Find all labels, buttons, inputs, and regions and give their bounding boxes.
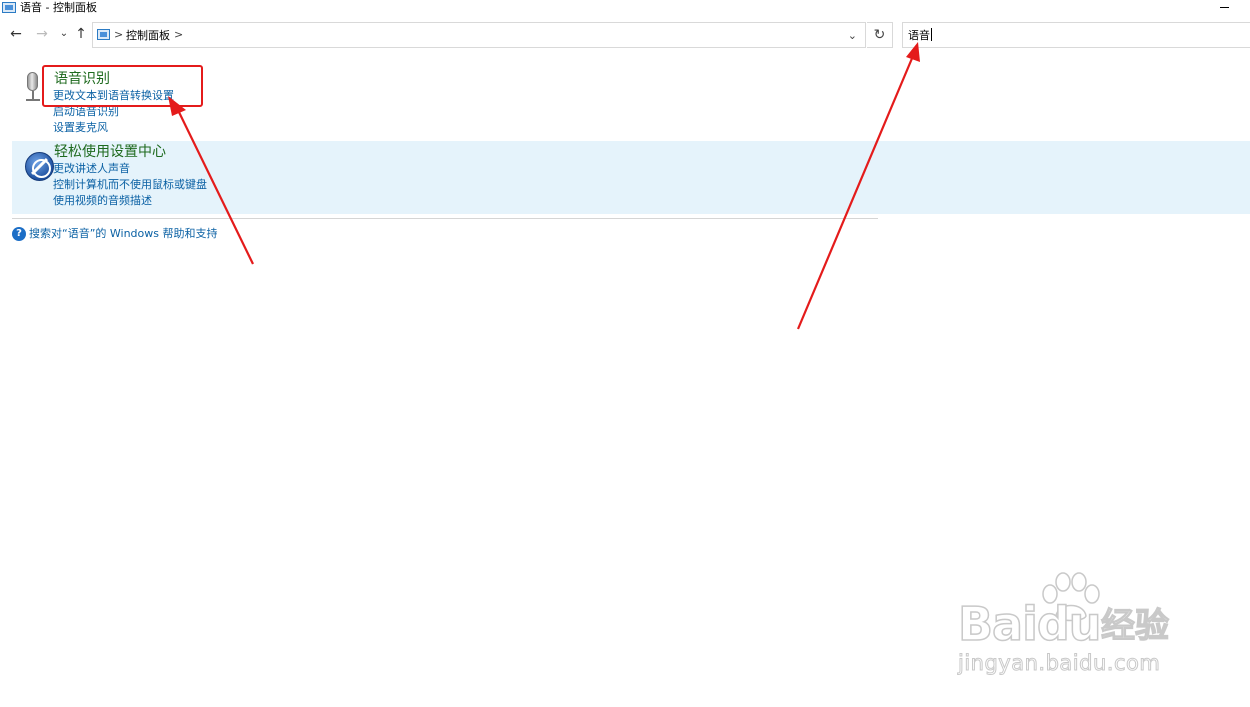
annotation-arrow-line xyxy=(175,105,254,265)
watermark-brand: Baidu xyxy=(957,597,1102,651)
watermark-suffix: 经验 xyxy=(1100,605,1169,646)
annotation-arrow-head xyxy=(168,96,186,116)
annotation-arrow-head xyxy=(906,42,920,62)
watermark-url: jingyan.baidu.com xyxy=(957,651,1161,676)
annotation-arrow-line xyxy=(796,55,915,330)
baidu-watermark: Baidu 经验 jingyan.baidu.com xyxy=(957,572,1198,682)
